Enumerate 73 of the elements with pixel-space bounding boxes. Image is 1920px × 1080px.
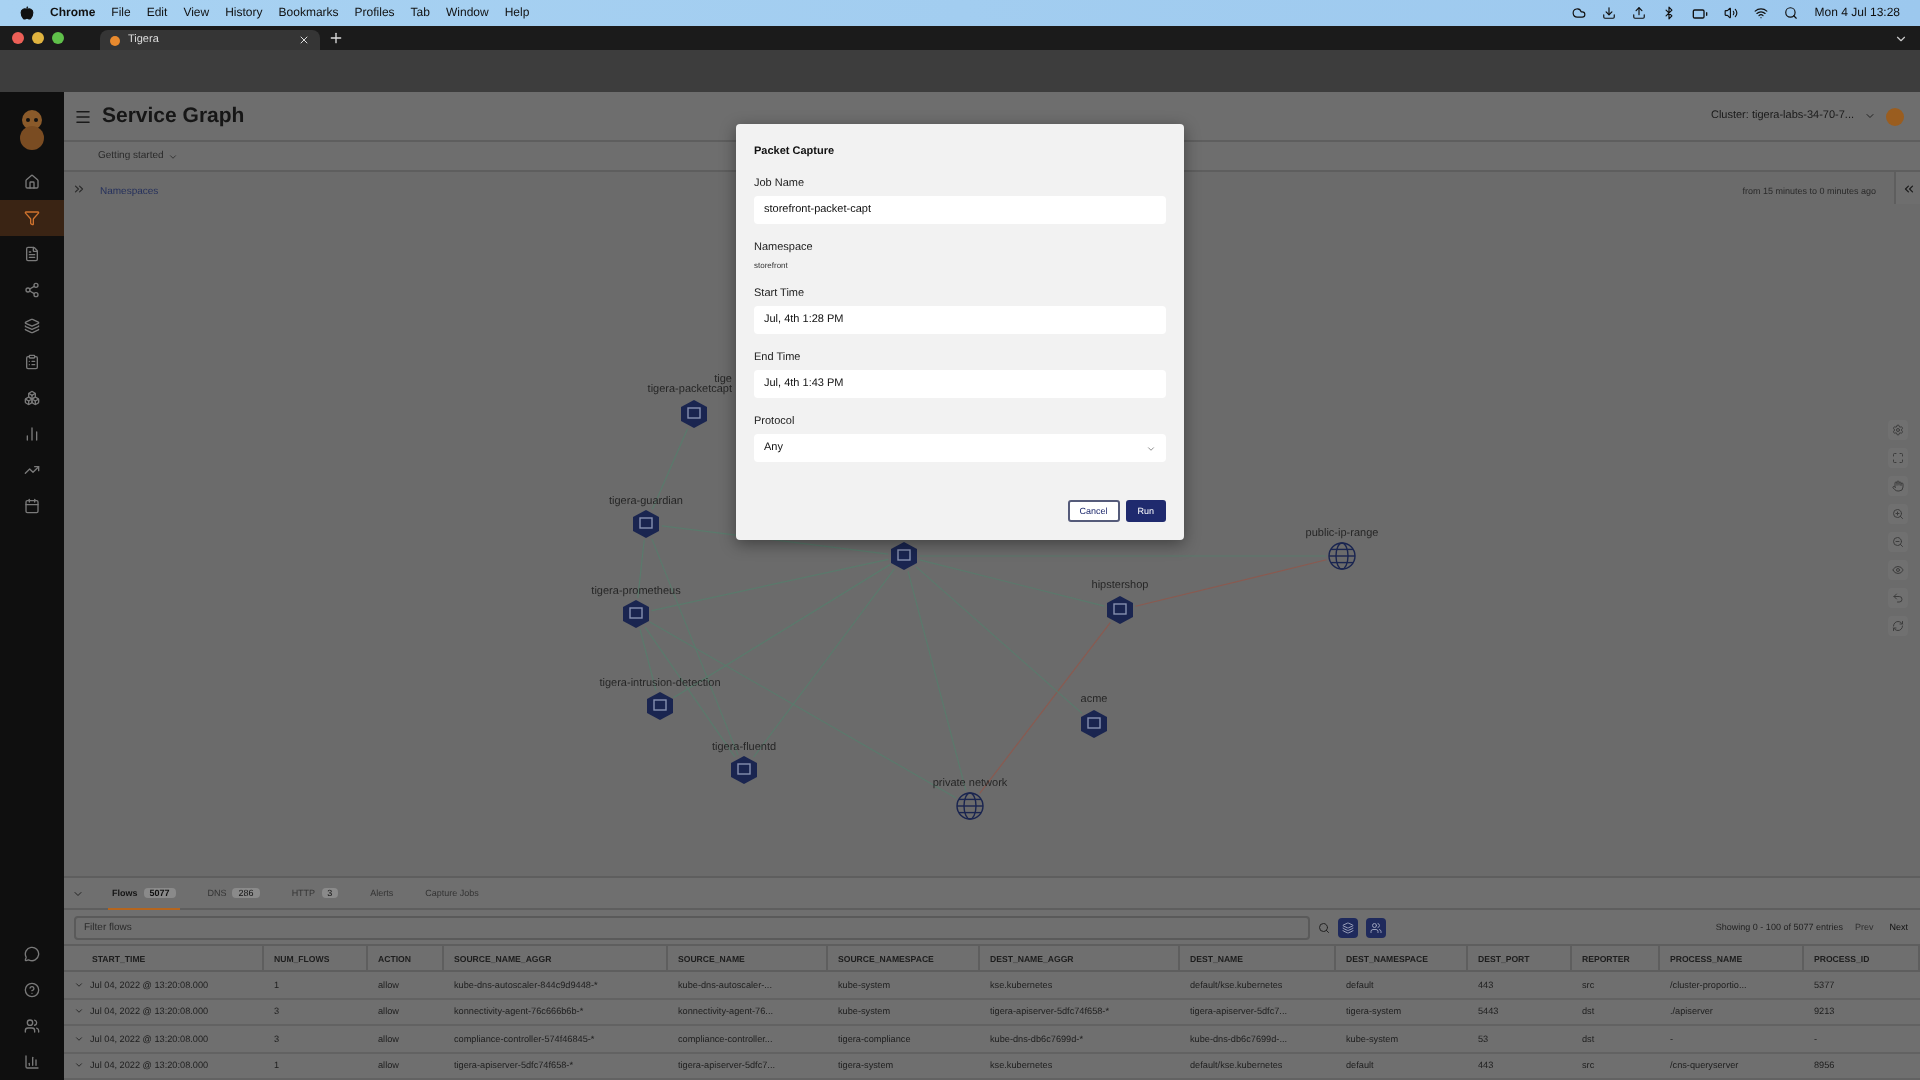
namespace-node-icon[interactable] <box>681 400 707 428</box>
battery-icon[interactable] <box>1692 5 1709 21</box>
nav-icon <box>24 498 40 514</box>
tool-icon <box>1892 424 1904 436</box>
graph-tool-button[interactable] <box>1888 560 1908 580</box>
tool-icon <box>1892 480 1904 492</box>
new-tab-icon[interactable] <box>328 30 344 46</box>
double-chevron-left-icon <box>1901 181 1915 195</box>
chevron-down-icon <box>167 151 178 161</box>
tool-icon <box>1892 592 1904 604</box>
nav-icon <box>24 246 40 262</box>
nav-icon <box>24 174 40 190</box>
users-icon <box>1370 921 1382 933</box>
close-window-light[interactable] <box>12 32 24 44</box>
nav-icon <box>24 426 40 442</box>
nav-icon <box>24 210 40 226</box>
page-title: Service Graph <box>102 104 245 128</box>
nav-icon <box>24 982 40 998</box>
namespace-node-icon[interactable] <box>731 756 757 784</box>
expand-row-icon[interactable] <box>74 1060 84 1071</box>
apple-logo-icon[interactable] <box>20 6 34 20</box>
graph-tool-button[interactable] <box>1888 420 1908 440</box>
tool-icon <box>1892 508 1904 520</box>
expand-row-icon[interactable] <box>74 1006 84 1017</box>
tab-list-chevron-icon[interactable] <box>1894 31 1908 45</box>
namespace-node-icon[interactable] <box>647 692 673 720</box>
nav-icon <box>24 390 40 406</box>
namespace-node-icon[interactable] <box>1081 710 1107 738</box>
chevron-down-icon[interactable] <box>1864 110 1876 122</box>
graph-tool-button[interactable] <box>1888 448 1908 468</box>
nav-icon <box>24 1018 40 1034</box>
namespace-node-icon[interactable] <box>891 542 917 570</box>
double-chevron-right-icon <box>71 181 85 195</box>
search-icon[interactable] <box>1784 6 1799 20</box>
namespace-node-icon[interactable] <box>623 600 649 628</box>
globe-icon[interactable] <box>1328 542 1356 570</box>
graph-tool-button[interactable] <box>1888 504 1908 524</box>
favicon-icon <box>110 35 120 45</box>
chevron-down-icon[interactable] <box>72 887 84 899</box>
globe-icon[interactable] <box>956 792 984 820</box>
menu-icon[interactable] <box>74 107 92 125</box>
expand-row-icon[interactable] <box>74 1033 84 1044</box>
namespace-node-icon[interactable] <box>1107 596 1133 624</box>
zoom-window-light[interactable] <box>52 32 64 44</box>
graph-tool-button[interactable] <box>1888 532 1908 552</box>
export-button[interactable] <box>1366 917 1386 937</box>
chevron-down-icon <box>1146 443 1156 453</box>
download-icon[interactable] <box>1602 6 1617 20</box>
graph-tool-button[interactable] <box>1888 476 1908 496</box>
minimize-window-light[interactable] <box>32 32 44 44</box>
tiger-mascot-icon <box>14 108 50 152</box>
sidebar-nav-item[interactable] <box>0 200 64 236</box>
tool-icon <box>1892 620 1904 632</box>
namespace-node-icon[interactable] <box>633 510 659 538</box>
nav-icon <box>24 354 40 370</box>
nav-icon <box>24 282 40 298</box>
nav-icon <box>24 946 40 962</box>
columns-button[interactable] <box>1338 917 1358 937</box>
tool-icon <box>1892 536 1904 548</box>
close-icon[interactable] <box>298 34 310 46</box>
layers-icon <box>1342 921 1354 933</box>
tool-icon <box>1892 564 1904 576</box>
graph-tool-button[interactable] <box>1888 616 1908 636</box>
volume-icon[interactable] <box>1724 6 1739 20</box>
nav-icon <box>24 1054 40 1070</box>
expand-row-icon[interactable] <box>74 979 84 990</box>
upload-icon[interactable] <box>1632 6 1647 20</box>
graph-tool-button[interactable] <box>1888 588 1908 608</box>
wifi-icon[interactable] <box>1754 6 1769 20</box>
nav-icon <box>24 462 40 478</box>
bluetooth-icon[interactable] <box>1662 6 1677 20</box>
cloud-icon[interactable] <box>1572 6 1587 20</box>
nav-icon <box>24 318 40 334</box>
